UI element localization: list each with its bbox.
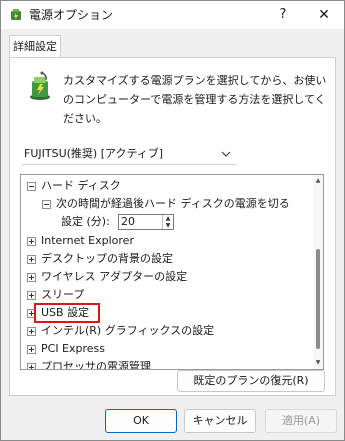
spin-up-icon[interactable]: ▲ — [163, 215, 173, 222]
tree-node-label: 次の時間が経過後ハード ディスクの電源を切る — [56, 197, 290, 210]
tree-node-label: デスクトップの背景の設定 — [41, 252, 173, 265]
cancel-button[interactable]: キャンセル — [184, 409, 256, 433]
collapse-icon[interactable] — [27, 182, 36, 191]
tree-node-label: PCI Express — [41, 342, 106, 355]
tree-node-label: プロセッサの電源管理 — [41, 360, 151, 370]
expand-icon[interactable] — [27, 327, 36, 336]
minutes-value[interactable]: 20 — [121, 215, 135, 229]
advanced-settings-panel: カスタマイズする電源プランを選択してから、お使いのコンピューターで電源を管理する… — [9, 57, 336, 396]
usb-settings-highlight — [34, 303, 100, 323]
power-plan-select[interactable]: FUJITSU(推奨) [アクティブ] — [22, 143, 236, 165]
collapse-icon[interactable] — [42, 200, 51, 209]
apply-button[interactable]: 適用(A) — [265, 409, 337, 433]
title-bar: 電源オプション ? ✕ — [1, 1, 344, 29]
ok-button[interactable]: OK — [105, 409, 177, 433]
scroll-up-icon[interactable]: ▲ — [314, 177, 322, 185]
close-button[interactable]: ✕ — [313, 5, 335, 25]
settings-tree[interactable]: ハード ディスク 次の時間が経過後ハード ディスクの電源を切る 設定 (分): … — [20, 174, 324, 370]
power-plan-value: FUJITSU(推奨) [アクティブ] — [24, 147, 164, 160]
tree-node-label: Internet Explorer — [41, 234, 134, 247]
scroll-down-icon[interactable]: ▼ — [314, 359, 322, 367]
power-options-window: 電源オプション ? ✕ 詳細設定 カスタマイズする電源プランを選択してから、お使… — [0, 0, 345, 441]
expand-icon[interactable] — [27, 291, 36, 300]
tree-node-label: インテル(R) グラフィックスの設定 — [41, 324, 215, 337]
power-plan-icon — [30, 71, 50, 100]
spin-buttons: ▲ ▼ — [162, 215, 173, 229]
chevron-down-icon — [221, 151, 231, 157]
power-options-app-icon — [11, 9, 21, 20]
help-button[interactable]: ? — [273, 5, 293, 25]
tab-strip: 詳細設定 — [9, 35, 336, 58]
expand-icon[interactable] — [27, 255, 36, 264]
description-text: カスタマイズする電源プランを選択してから、お使いのコンピューターで電源を管理する… — [63, 74, 327, 125]
tree-node-label: スリープ — [41, 288, 85, 301]
tree-scrollbar[interactable]: ▲ ▼ — [313, 175, 323, 369]
scroll-thumb[interactable] — [316, 249, 320, 349]
tree-node-label: ワイヤレス アダプターの設定 — [41, 270, 188, 283]
expand-icon[interactable] — [27, 273, 36, 282]
expand-icon[interactable] — [27, 237, 36, 246]
window-title: 電源オプション — [29, 8, 114, 22]
expand-icon[interactable] — [27, 345, 36, 354]
tab-advanced-settings[interactable]: 詳細設定 — [9, 35, 61, 58]
spin-down-icon[interactable]: ▼ — [163, 222, 173, 229]
expand-icon[interactable] — [27, 363, 36, 369]
restore-default-plan-button[interactable]: 既定のプランの復元(R) — [177, 370, 325, 392]
tree-node-label: ハード ディスク — [41, 179, 121, 192]
setting-label: 設定 (分): — [61, 215, 110, 228]
minutes-spinbox[interactable]: 20 ▲ ▼ — [118, 214, 174, 230]
